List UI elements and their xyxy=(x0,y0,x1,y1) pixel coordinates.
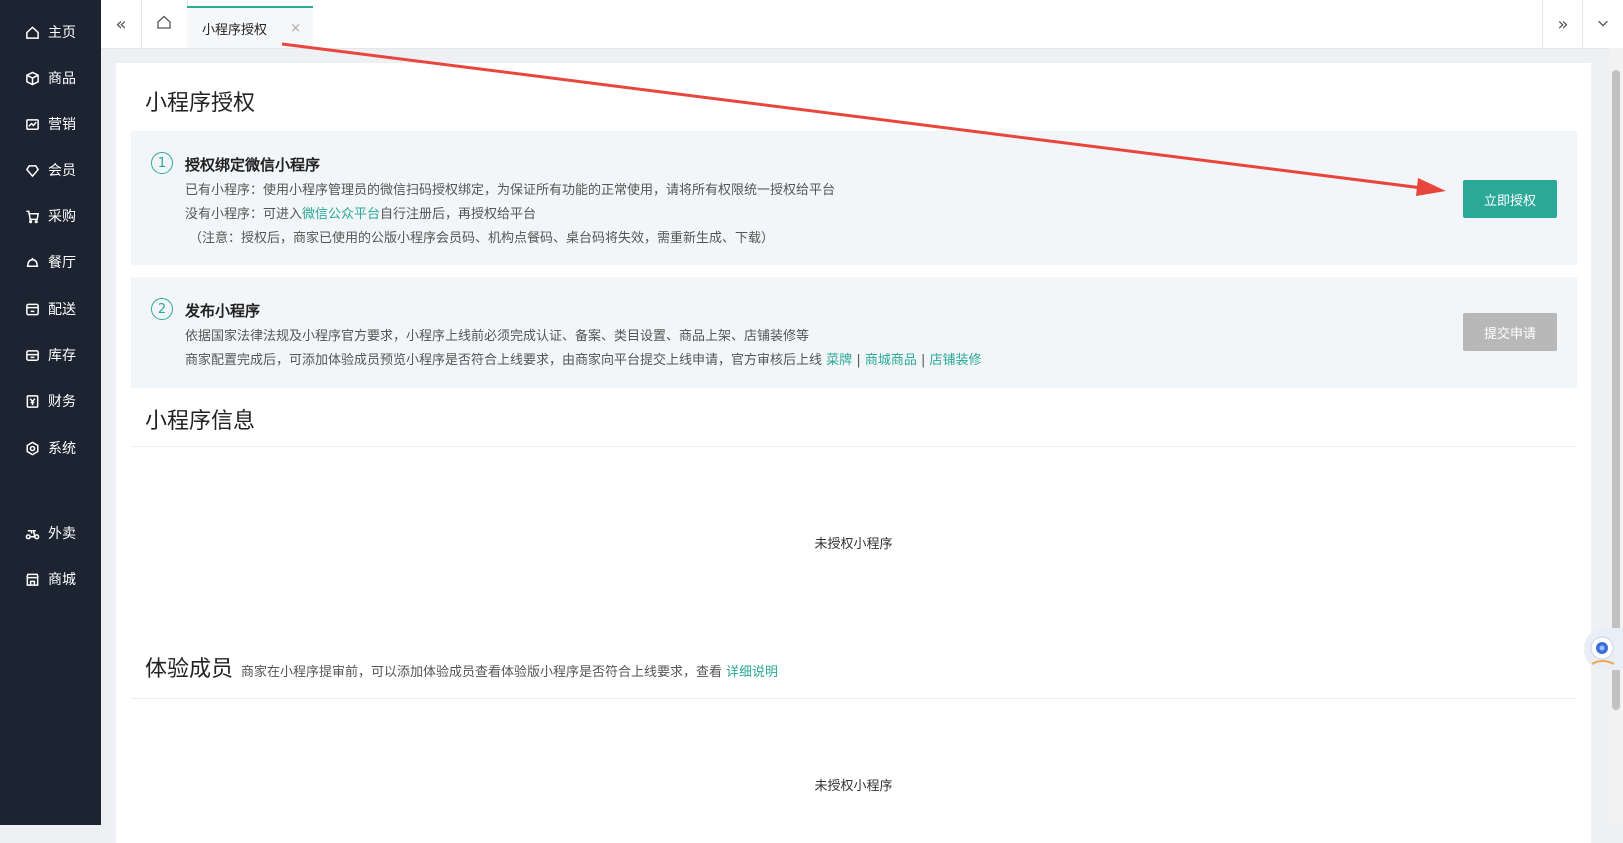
chevron-down-icon xyxy=(1596,14,1610,35)
bell-icon xyxy=(24,254,40,270)
close-icon[interactable]: × xyxy=(290,21,301,36)
sidebar-item-goods[interactable]: 商品 xyxy=(0,58,101,98)
text: 商家配置完成后，可添加体验成员预览小程序是否符合上线要求，由商家向平台提交上线申… xyxy=(185,353,823,368)
tab-miniprogram-auth[interactable]: 小程序授权 × xyxy=(187,6,313,48)
shop-icon xyxy=(24,571,40,587)
authorize-step: 1 授权绑定微信小程序 已有小程序：使用小程序管理员的微信扫码授权绑定，为保证所… xyxy=(131,131,1577,265)
step-title: 授权绑定微信小程序 xyxy=(185,156,321,174)
sidebar-item-label: 商品 xyxy=(48,71,76,87)
sidebar-item-purchase[interactable]: 采购 xyxy=(0,196,101,236)
sidebar-item-home[interactable]: 主页 xyxy=(0,12,101,52)
sidebar-item-members[interactable]: 会员 xyxy=(0,150,101,190)
robot-icon xyxy=(1590,636,1615,665)
sidebar-item-label: 主页 xyxy=(48,25,76,41)
step-description: 依据国家法律法规及小程序官方要求，小程序上线前必须完成认证、备案、类目设置、商品… xyxy=(185,329,810,344)
sidebar-item-label: 商城 xyxy=(48,572,76,588)
divider xyxy=(131,446,1577,447)
step-description: 商家配置完成后，可添加体验成员预览小程序是否符合上线要求，由商家向平台提交上线申… xyxy=(185,349,982,368)
tab-bar: « 小程序授权 × » xyxy=(101,0,1623,49)
step-title: 发布小程序 xyxy=(185,302,261,320)
sidebar-item-inventory[interactable]: 库存 xyxy=(0,335,101,375)
authorize-now-button[interactable]: 立即授权 xyxy=(1463,180,1557,218)
section-title-info: 小程序信息 xyxy=(145,409,256,434)
store-decoration-link[interactable]: 店铺装修 xyxy=(930,353,982,368)
section-title-members: 体验成员 xyxy=(145,657,234,682)
chart-icon xyxy=(24,116,40,132)
step-description: 已有小程序：使用小程序管理员的微信扫码授权绑定，为保证所有功能的正常使用，请将所… xyxy=(185,183,836,198)
sidebar-item-label: 外卖 xyxy=(48,526,76,542)
sidebar-item-takeaway[interactable]: 外卖 xyxy=(0,513,101,553)
home-icon xyxy=(24,24,40,40)
separator: | xyxy=(856,353,861,368)
sidebar: 主页 商品 营销 会员 采购 餐厅 配送 库存 财务 系统 外卖 商城 xyxy=(0,0,101,825)
wechat-platform-link[interactable]: 微信公众平台 xyxy=(302,207,380,222)
sidebar-item-label: 会员 xyxy=(48,163,76,179)
sidebar-item-system[interactable]: 系统 xyxy=(0,428,101,468)
delivery-icon xyxy=(24,301,40,317)
settings-icon xyxy=(24,440,40,456)
divider xyxy=(131,698,1577,699)
step-note: （注意：授权后，商家已使用的公版小程序会员码、机构点餐码、桌台码将失效，需重新生… xyxy=(189,231,775,246)
expand-tabs-button[interactable]: » xyxy=(1542,0,1583,48)
menu-link[interactable]: 菜牌 xyxy=(826,353,852,368)
members-description: 商家在小程序提审前，可以添加体验成员查看体验版小程序是否符合上线要求，查看 xyxy=(241,665,723,680)
main-content: 小程序授权 1 授权绑定微信小程序 已有小程序：使用小程序管理员的微信扫码授权绑… xyxy=(116,63,1591,843)
yen-icon xyxy=(24,393,40,409)
sidebar-item-marketing[interactable]: 营销 xyxy=(0,104,101,144)
sidebar-item-delivery[interactable]: 配送 xyxy=(0,289,101,329)
sidebar-item-label: 财务 xyxy=(48,394,76,410)
submit-application-button[interactable]: 提交申请 xyxy=(1463,313,1557,351)
step-description: 没有小程序：可进入微信公众平台自行注册后，再授权给平台 xyxy=(185,203,536,222)
mall-goods-link[interactable]: 商城商品 xyxy=(865,353,917,368)
inventory-icon xyxy=(24,347,40,363)
sidebar-item-label: 营销 xyxy=(48,117,76,133)
home-tab-button[interactable] xyxy=(141,0,188,48)
empty-state: 未授权小程序 xyxy=(814,537,893,552)
sidebar-item-label: 餐厅 xyxy=(48,255,76,271)
text: 没有小程序：可进入 xyxy=(185,207,303,222)
sidebar-item-label: 库存 xyxy=(48,348,76,364)
collapse-tabs-button[interactable]: « xyxy=(101,0,142,48)
publish-step: 2 发布小程序 依据国家法律法规及小程序官方要求，小程序上线前必须完成认证、备案… xyxy=(131,277,1577,388)
sidebar-item-restaurant[interactable]: 餐厅 xyxy=(0,242,101,282)
sidebar-item-label: 采购 xyxy=(48,209,76,225)
cart-icon xyxy=(24,208,40,224)
assistant-float-button[interactable] xyxy=(1584,628,1623,670)
empty-state: 未授权小程序 xyxy=(814,779,893,794)
page-title: 小程序授权 xyxy=(145,91,256,116)
home-icon xyxy=(156,14,172,35)
separator: | xyxy=(921,353,926,368)
diamond-icon xyxy=(24,162,40,178)
sidebar-item-mall[interactable]: 商城 xyxy=(0,559,101,599)
step-number: 1 xyxy=(151,152,173,174)
text: 自行注册后，再授权给平台 xyxy=(380,207,537,222)
step-number: 2 xyxy=(151,298,173,320)
tab-label: 小程序授权 xyxy=(202,22,268,38)
tabs-dropdown-button[interactable] xyxy=(1582,0,1623,48)
scrollbar-thumb[interactable] xyxy=(1612,70,1620,710)
details-link[interactable]: 详细说明 xyxy=(726,661,778,680)
scooter-icon xyxy=(24,525,40,541)
sidebar-item-finance[interactable]: 财务 xyxy=(0,381,101,421)
sidebar-item-label: 配送 xyxy=(48,302,76,318)
sidebar-item-label: 系统 xyxy=(48,441,76,457)
box-icon xyxy=(24,70,40,86)
members-header: 体验成员 商家在小程序提审前，可以添加体验成员查看体验版小程序是否符合上线要求，… xyxy=(145,651,778,683)
